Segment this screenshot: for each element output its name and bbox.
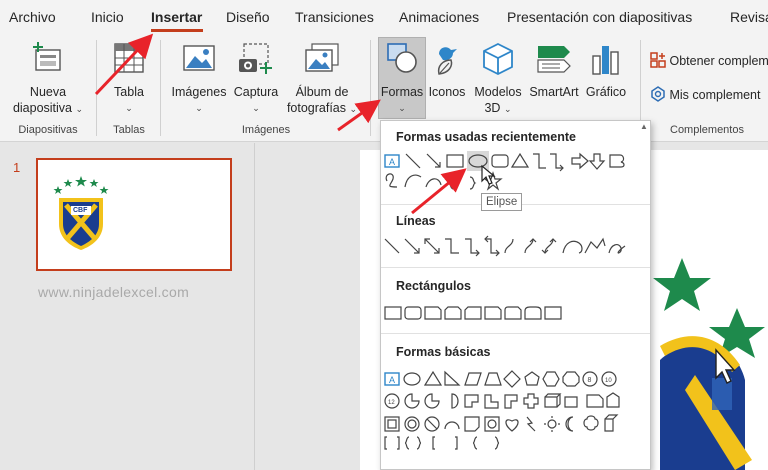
tab-revisar[interactable]: Revisa xyxy=(730,9,768,25)
tab-inicio[interactable]: Inicio xyxy=(91,9,124,25)
3d-models-label-2-wrap: 3D ⌄ xyxy=(470,100,526,117)
new-slide-label-2: diapositiva xyxy=(12,101,73,115)
group-label-tablas: Tablas xyxy=(113,124,145,136)
tab-insertar[interactable]: Insertar xyxy=(151,9,202,25)
svg-text:A: A xyxy=(389,375,395,385)
bar-chart-icon xyxy=(592,46,619,75)
tab-presentacion[interactable]: Presentación con diapositivas xyxy=(507,9,692,25)
images-button[interactable]: Imágenes ⌄ xyxy=(168,42,230,116)
section-basic-shapes: Formas básicas xyxy=(396,345,491,359)
ribbon-tab-bar: Archivo Inicio Insertar Diseño Transicio… xyxy=(0,0,768,34)
cube-3d-icon xyxy=(483,42,513,76)
watermark-text: www.ninjadelexcel.com xyxy=(38,284,190,300)
shape-tooltip: Elipse xyxy=(481,193,523,211)
mouse-cursor-icon xyxy=(481,164,496,185)
shapes-icon xyxy=(387,43,417,73)
basic-shapes-gallery: A 8 10 12 xyxy=(384,370,620,450)
tab-animaciones[interactable]: Animaciones xyxy=(399,9,479,25)
svg-text:12: 12 xyxy=(388,400,395,406)
divider xyxy=(381,267,650,268)
smartart-label: SmartArt xyxy=(529,85,579,99)
cbf-logo-text: CBF xyxy=(73,207,88,214)
group-label-imagenes: Imágenes xyxy=(241,124,291,136)
chevron-down-icon: ⌄ xyxy=(195,103,203,113)
divider xyxy=(381,333,650,334)
slide-thumbnail[interactable]: CBF xyxy=(36,158,232,271)
tab-diseno[interactable]: Diseño xyxy=(226,9,270,25)
chevron-down-icon: ⌄ xyxy=(398,103,406,113)
new-slide-label-1: Nueva xyxy=(29,85,67,99)
group-label-diapositivas: Diapositivas xyxy=(18,124,78,136)
my-addins-icon xyxy=(651,86,665,102)
images-label: Imágenes xyxy=(171,85,227,99)
section-recent-shapes: Formas usadas recientemente xyxy=(396,130,576,144)
section-rectangles: Rectángulos xyxy=(396,279,472,293)
chevron-down-icon: ⌄ xyxy=(252,103,260,113)
album-label-2-wrap: fotografías ⌄ xyxy=(282,100,362,117)
shapes-dropdown-menu: Formas usadas recientemente A Líneas Rec… xyxy=(380,120,651,470)
photo-album-icon xyxy=(305,43,339,72)
new-slide-label-2-wrap: diapositiva ⌄ xyxy=(8,100,88,117)
svg-text:A: A xyxy=(389,157,395,167)
chevron-down-icon: ⌄ xyxy=(349,104,358,114)
addins-store-icon xyxy=(650,52,666,68)
chart-label: Gráfico xyxy=(585,85,627,99)
table-icon xyxy=(114,43,144,73)
picture-icon xyxy=(183,45,215,71)
divider xyxy=(96,40,97,136)
chevron-down-icon: ⌄ xyxy=(125,103,133,113)
smartart-icon xyxy=(537,46,571,73)
chevron-down-icon: ⌄ xyxy=(503,104,512,114)
icons-label: Iconos xyxy=(428,85,466,99)
new-slide-button[interactable]: Nueva diapositiva ⌄ xyxy=(8,42,88,117)
divider xyxy=(160,40,161,136)
svg-text:8: 8 xyxy=(588,377,592,384)
chart-button[interactable]: Gráfico xyxy=(582,42,630,100)
photo-album-button[interactable]: Álbum de fotografías ⌄ xyxy=(282,42,362,117)
album-label-1: Álbum de xyxy=(295,85,349,99)
recent-shapes-gallery: A xyxy=(384,151,625,191)
smartart-button[interactable]: SmartArt xyxy=(526,42,582,100)
rectangles-gallery xyxy=(384,306,562,320)
get-addins-label: Obtener complem xyxy=(669,54,768,68)
scroll-up-arrow-icon[interactable]: ▲ xyxy=(640,122,650,132)
svg-text:10: 10 xyxy=(605,378,612,384)
lines-gallery xyxy=(384,235,626,257)
shapes-label: Formas xyxy=(380,85,424,99)
tab-transiciones[interactable]: Transiciones xyxy=(295,9,374,25)
divider xyxy=(370,40,371,136)
icons-button[interactable]: Iconos xyxy=(426,42,468,100)
slide-number: 1 xyxy=(13,160,21,175)
section-lines: Líneas xyxy=(396,214,436,228)
screenshot-icon xyxy=(239,43,272,74)
table-label: Tabla xyxy=(114,85,144,99)
my-addins-button[interactable]: Mis complement xyxy=(650,86,760,102)
3d-models-label-1: Modelos xyxy=(474,85,522,99)
shapes-button[interactable]: Formas ⌄ xyxy=(378,42,426,116)
screenshot-label: Captura xyxy=(233,85,279,99)
tab-archivo[interactable]: Archivo xyxy=(9,9,56,25)
chevron-down-icon: ⌄ xyxy=(75,104,84,114)
active-tab-indicator xyxy=(151,29,203,32)
bird-leaf-icon xyxy=(437,47,457,75)
table-button[interactable]: Tabla ⌄ xyxy=(104,42,154,116)
album-label-2: fotografías xyxy=(286,101,347,115)
new-slide-icon xyxy=(33,42,61,71)
screenshot-button[interactable]: Captura ⌄ xyxy=(230,42,282,116)
pane-divider[interactable] xyxy=(254,143,255,470)
get-addins-button[interactable]: Obtener complem xyxy=(650,52,768,68)
group-label-complementos: Complementos xyxy=(670,124,744,136)
my-addins-label: Mis complement xyxy=(669,88,761,102)
3d-models-label-2: 3D xyxy=(484,101,501,115)
3d-models-button[interactable]: Modelos 3D ⌄ xyxy=(470,42,526,117)
